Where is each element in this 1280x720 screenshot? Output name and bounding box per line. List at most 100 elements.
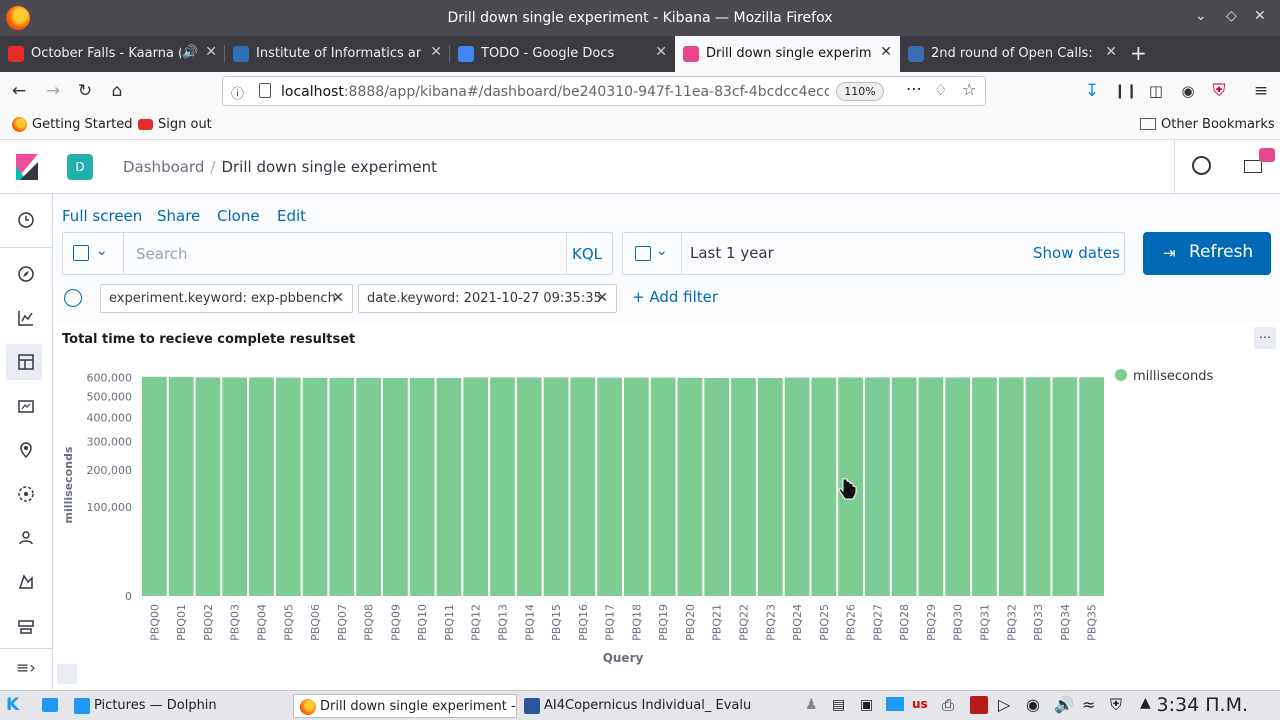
clone-link[interactable]: Clone xyxy=(217,207,260,225)
updates-icon[interactable]: ⛨ xyxy=(1110,695,1122,715)
ublock-shield-icon[interactable]: ⛨ xyxy=(1208,80,1230,102)
new-tab-icon[interactable]: + xyxy=(1130,41,1147,65)
logs-icon[interactable] xyxy=(16,572,36,592)
panel-options-icon[interactable]: ⋯ xyxy=(1254,327,1276,349)
x-tick-label: PBQ17 xyxy=(604,604,617,641)
tab-institute[interactable]: Institute of Informatics and ✕ xyxy=(225,36,450,72)
screenshot-icon[interactable]: ▣ xyxy=(860,697,873,713)
x-tick-label: PBQ08 xyxy=(363,604,376,641)
space-avatar[interactable]: D xyxy=(67,154,93,180)
remove-filter-icon[interactable]: ✕ xyxy=(596,290,608,306)
clipboard-icon[interactable]: ▤ xyxy=(832,697,845,713)
bookmark-getting-started[interactable]: Getting Started xyxy=(32,117,133,132)
pager-icon[interactable] xyxy=(42,698,58,712)
bar-pbq15 xyxy=(543,377,569,596)
breadcrumb-dashboard[interactable]: Dashboard xyxy=(123,158,204,176)
filter-options-icon[interactable] xyxy=(64,289,82,307)
time-range[interactable]: Last 1 year xyxy=(690,244,774,262)
bookmark-other[interactable]: Other Bookmarks xyxy=(1161,117,1275,132)
help-icon[interactable] xyxy=(1192,156,1211,175)
add-filter-button[interactable]: + Add filter xyxy=(632,288,718,306)
tab-october-falls[interactable]: October Falls - Kaarna ( 🔊 ✕ xyxy=(0,36,225,72)
nav-divider xyxy=(0,247,53,248)
maximize-icon[interactable]: ◇ xyxy=(1226,8,1237,24)
canvas-icon[interactable] xyxy=(16,396,36,416)
chevron-down-icon[interactable]: ⌄ xyxy=(656,243,668,259)
zoom-level[interactable]: 110% xyxy=(836,82,884,101)
infrastructure-icon[interactable] xyxy=(16,528,36,548)
ml-icon[interactable] xyxy=(16,484,36,504)
legend-toggle-icon[interactable] xyxy=(57,664,77,684)
info-icon[interactable]: ⓘ xyxy=(231,83,244,102)
printer-icon[interactable]: ⎙ xyxy=(942,696,954,714)
sidebar-icon[interactable]: ◫ xyxy=(1145,80,1167,102)
discover-icon[interactable] xyxy=(16,264,36,284)
page-actions-icon[interactable]: ⋯ xyxy=(906,79,922,98)
newsfeed-icon[interactable] xyxy=(1244,160,1262,173)
refresh-button[interactable]: ⇥ Refresh xyxy=(1143,232,1271,275)
close-tab-icon[interactable]: ✕ xyxy=(430,44,442,60)
bookmark-star-icon[interactable]: ☆ xyxy=(962,80,976,99)
bar-pbq02 xyxy=(195,377,221,596)
speaker-icon[interactable]: 🔊 xyxy=(182,45,198,60)
activity-icon[interactable]: ♟ xyxy=(805,697,818,713)
acrobat-icon[interactable] xyxy=(970,696,988,714)
minimize-icon[interactable]: ⌄ xyxy=(1195,8,1207,24)
visualize-icon[interactable] xyxy=(16,308,36,328)
task-firefox[interactable]: Drill down single experiment - Kiba xyxy=(293,694,517,718)
forward-icon[interactable]: → xyxy=(42,80,64,102)
task-dolphin[interactable]: Pictures — Dolphin xyxy=(68,694,290,718)
share-link[interactable]: Share xyxy=(157,207,200,225)
filter-pill[interactable]: date.keyword: 2021-10-27 09:35:35 ✕ xyxy=(358,284,617,313)
calendar-icon[interactable] xyxy=(635,246,651,261)
remove-filter-icon[interactable]: ✕ xyxy=(332,290,344,306)
app-launcher-icon[interactable]: K xyxy=(6,695,19,715)
collapse-nav-icon[interactable]: ≡› xyxy=(16,658,36,678)
y-tick-label: 600,000 xyxy=(87,372,133,385)
pocket-icon[interactable]: ♢ xyxy=(934,81,947,99)
notes-icon[interactable] xyxy=(886,697,904,711)
kibana-logo-icon[interactable] xyxy=(16,154,38,180)
url-text[interactable]: localhost:8888/app/kibana#/dashboard/be2… xyxy=(281,84,829,100)
wifi-icon[interactable]: ≈ xyxy=(1082,695,1095,714)
y-tick-label: 500,000 xyxy=(87,391,133,404)
maps-icon[interactable] xyxy=(16,440,36,460)
kql-toggle[interactable]: KQL xyxy=(572,245,602,263)
filter-pill[interactable]: experiment.keyword: exp-pbbench ✕ xyxy=(100,284,353,313)
tab-drill-down[interactable]: Drill down single experime ✕ xyxy=(675,36,900,72)
url-bar[interactable]: ⓘ localhost:8888/app/kibana#/dashboard/b… xyxy=(222,76,986,106)
reload-icon[interactable]: ↻ xyxy=(74,80,96,102)
tab-open-calls[interactable]: 2nd round of Open Calls: C ✕ xyxy=(900,36,1125,72)
tab-todo-docs[interactable]: TODO - Google Docs ✕ xyxy=(450,36,675,72)
close-tab-icon[interactable]: ✕ xyxy=(880,44,892,60)
downloads-icon[interactable]: ↧ xyxy=(1081,80,1103,102)
close-tab-icon[interactable]: ✕ xyxy=(1105,44,1117,60)
library-icon[interactable]: ❙❙ xyxy=(1114,80,1137,102)
volume-icon[interactable]: 🔊 xyxy=(1054,695,1074,714)
show-dates-link[interactable]: Show dates xyxy=(1033,244,1120,262)
saved-query-icon[interactable] xyxy=(73,245,89,261)
account-icon[interactable]: ◉ xyxy=(1177,80,1199,102)
bookmark-sign-out[interactable]: Sign out xyxy=(158,117,212,132)
stack-monitoring-icon[interactable] xyxy=(16,616,36,636)
keyboard-layout-icon[interactable]: us xyxy=(912,697,928,711)
media-player-icon[interactable]: ▷ xyxy=(998,695,1010,714)
task-document[interactable]: AI4Copernicus Individual_ Evaluat xyxy=(518,694,750,718)
edit-link[interactable]: Edit xyxy=(277,207,306,225)
tray-expand-icon[interactable]: ▲ xyxy=(1140,695,1151,711)
close-tab-icon[interactable]: ✕ xyxy=(655,44,667,60)
menu-icon[interactable]: ≡ xyxy=(1250,80,1272,102)
chevron-down-icon[interactable]: ⌄ xyxy=(96,243,108,259)
recently-viewed-icon[interactable] xyxy=(16,210,36,230)
home-icon[interactable]: ⌂ xyxy=(106,80,128,102)
close-window-icon[interactable]: ✕ xyxy=(1254,8,1266,24)
fullscreen-link[interactable]: Full screen xyxy=(62,207,142,225)
vpn-icon[interactable]: ◉ xyxy=(1026,695,1040,714)
close-tab-icon[interactable]: ✕ xyxy=(205,44,217,60)
clock[interactable]: 3:34 П.М. xyxy=(1157,694,1248,716)
search-input[interactable] xyxy=(123,233,567,274)
back-icon[interactable]: ← xyxy=(8,80,30,102)
bar-pbq28 xyxy=(891,377,917,596)
bar-pbq16 xyxy=(570,377,596,596)
dashboard-icon[interactable] xyxy=(16,352,36,372)
